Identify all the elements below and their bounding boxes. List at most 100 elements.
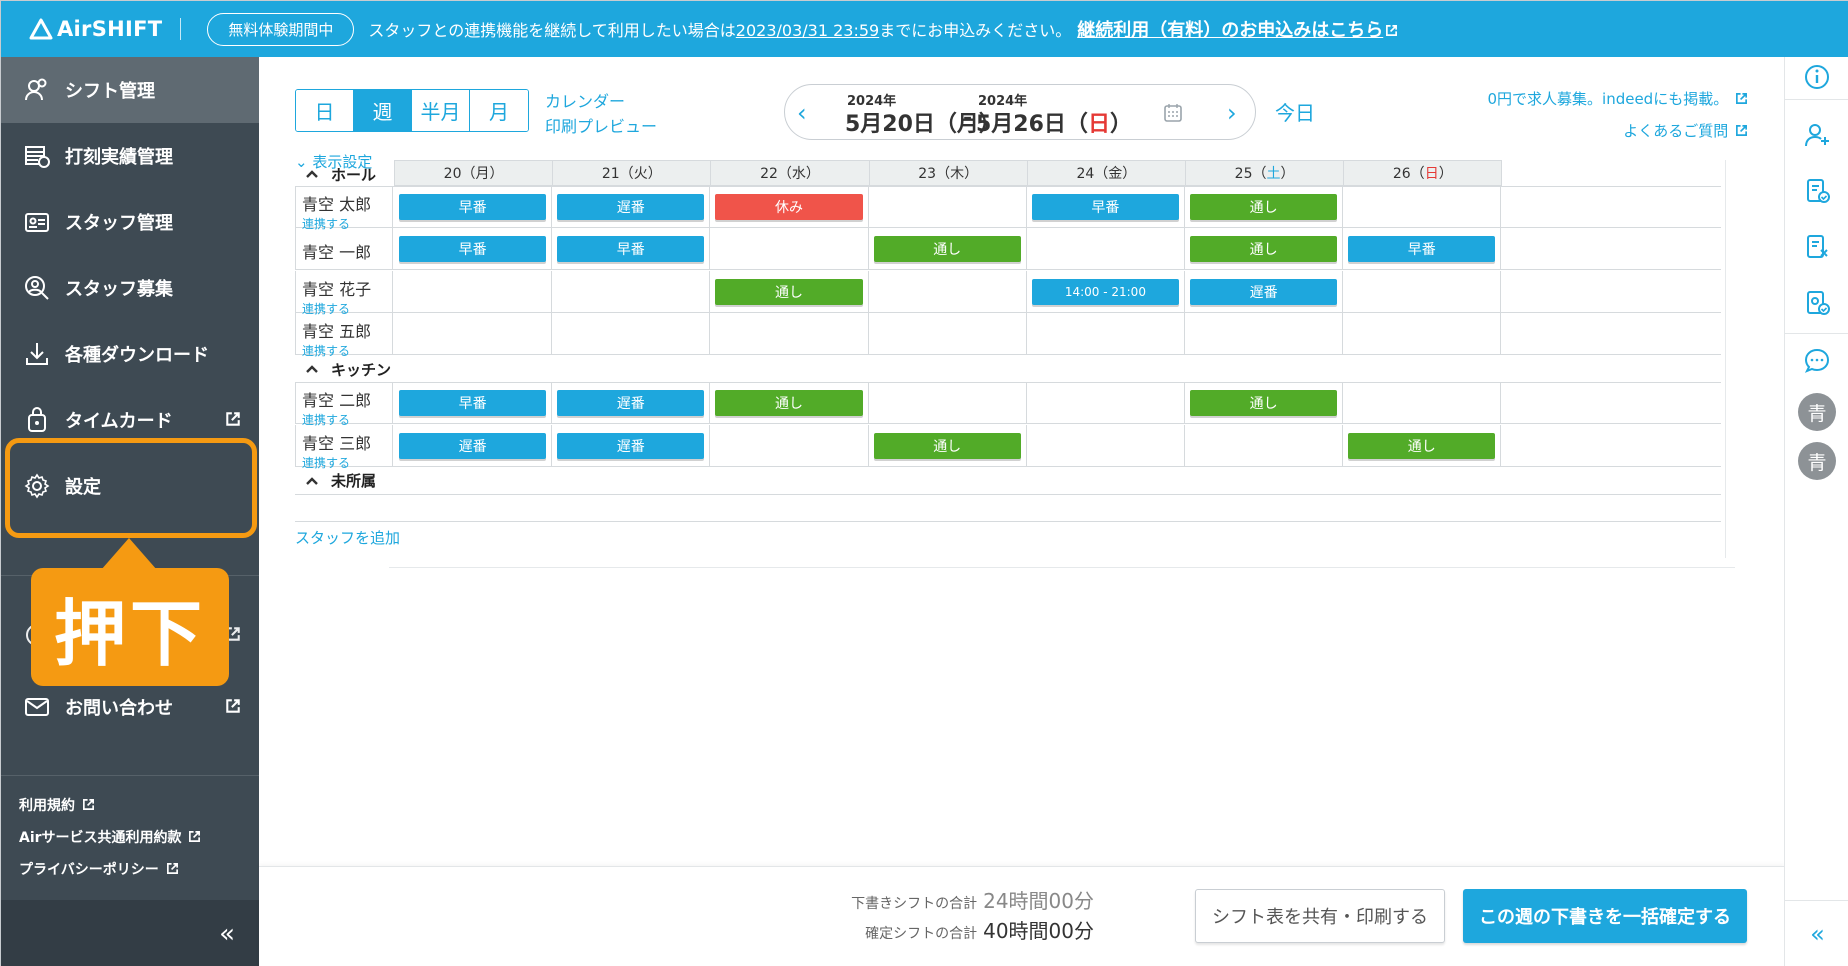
- shift-block[interactable]: 通し: [1190, 194, 1338, 220]
- shift-cell[interactable]: 休み: [710, 186, 869, 228]
- shift-cell[interactable]: [710, 312, 869, 355]
- shift-block[interactable]: 遅番: [557, 432, 705, 459]
- group-header[interactable]: 未所属: [295, 469, 376, 493]
- shift-block[interactable]: 遅番: [557, 194, 705, 220]
- prev-week-button[interactable]: ‹: [797, 99, 807, 127]
- staff-name[interactable]: 青空 三郎: [302, 430, 392, 454]
- shift-block[interactable]: 14:00 - 21:00: [1031, 278, 1179, 305]
- shift-cell[interactable]: 遅番: [552, 382, 711, 425]
- sidebar-item-staff-management[interactable]: スタッフ管理: [1, 189, 259, 255]
- shift-cell[interactable]: 遅番: [552, 186, 711, 228]
- shift-cell[interactable]: 通し: [869, 228, 1027, 271]
- share-print-button[interactable]: シフト表を共有・印刷する: [1195, 889, 1445, 943]
- calendar-link[interactable]: カレンダー: [545, 92, 625, 111]
- terms-link[interactable]: 利用規約: [19, 795, 95, 815]
- faq-link[interactable]: よくあるご質問: [1623, 122, 1748, 140]
- shift-cell[interactable]: 通し: [869, 424, 1027, 467]
- view-halfmonth-button[interactable]: 半月: [412, 90, 470, 131]
- doc-approve-icon[interactable]: [1803, 289, 1831, 317]
- doc-x-icon[interactable]: [1803, 233, 1831, 261]
- shift-cell[interactable]: [710, 424, 869, 467]
- staff-name[interactable]: 青空 五郎: [302, 318, 392, 342]
- shift-cell[interactable]: [869, 270, 1027, 313]
- shift-cell[interactable]: [869, 382, 1027, 425]
- shift-cell[interactable]: 早番: [394, 382, 553, 425]
- shift-cell[interactable]: 通し: [1185, 382, 1344, 425]
- shift-cell[interactable]: [552, 312, 711, 355]
- shift-block[interactable]: 早番: [399, 236, 547, 263]
- view-month-button[interactable]: 月: [470, 90, 528, 131]
- shift-block[interactable]: 早番: [399, 390, 547, 417]
- shift-cell[interactable]: 通し: [1185, 228, 1344, 271]
- staff-name[interactable]: 青空 二郎: [302, 387, 392, 411]
- shift-cell[interactable]: [1343, 382, 1502, 425]
- shift-cell[interactable]: [869, 312, 1027, 355]
- shift-cell[interactable]: [1027, 228, 1185, 271]
- shift-block[interactable]: 早番: [399, 194, 547, 220]
- sidebar-item-staff-recruit[interactable]: スタッフ募集: [1, 255, 259, 321]
- shift-cell[interactable]: [394, 312, 553, 355]
- sidebar-collapse-button[interactable]: «: [1, 900, 259, 966]
- shift-cell[interactable]: [1343, 312, 1502, 355]
- view-day-button[interactable]: 日: [296, 90, 354, 131]
- staff-name[interactable]: 青空 一郎: [302, 239, 392, 263]
- shift-cell[interactable]: [1027, 382, 1185, 425]
- add-staff-link[interactable]: スタッフを追加: [295, 527, 400, 548]
- shift-cell[interactable]: [1343, 186, 1502, 228]
- shift-block[interactable]: 早番: [1031, 194, 1179, 220]
- air-service-terms-link[interactable]: Airサービス共通利用約款: [19, 827, 201, 847]
- view-week-button[interactable]: 週: [354, 90, 412, 131]
- shift-cell[interactable]: 14:00 - 21:00: [1027, 270, 1185, 313]
- shift-cell[interactable]: [710, 228, 869, 271]
- shift-block[interactable]: 通し: [715, 278, 863, 305]
- shift-cell[interactable]: 早番: [1027, 186, 1185, 228]
- sidebar-item-shift-management[interactable]: シフト管理: [1, 57, 259, 123]
- shift-block[interactable]: 通し: [873, 432, 1021, 459]
- shift-block[interactable]: 早番: [557, 236, 705, 263]
- shift-cell[interactable]: 早番: [394, 186, 553, 228]
- group-header[interactable]: ホール: [295, 162, 376, 186]
- shift-block[interactable]: 遅番: [399, 432, 547, 459]
- sidebar-item-downloads[interactable]: 各種ダウンロード: [1, 321, 259, 387]
- doc-check-icon[interactable]: [1803, 177, 1831, 205]
- print-preview-link[interactable]: 印刷プレビュー: [545, 117, 657, 136]
- shift-cell[interactable]: [1185, 312, 1344, 355]
- shift-cell[interactable]: 早番: [1343, 228, 1502, 271]
- shift-cell[interactable]: [1185, 424, 1344, 467]
- shift-block[interactable]: 遅番: [557, 390, 705, 417]
- shift-cell[interactable]: 遅番: [394, 424, 553, 467]
- shift-block[interactable]: 通し: [1348, 432, 1496, 459]
- shift-block[interactable]: 遅番: [1190, 278, 1338, 305]
- indeed-recruit-link[interactable]: 0円で求人募集。indeedにも掲載。: [1487, 90, 1748, 108]
- shift-cell[interactable]: [552, 270, 711, 313]
- avatar[interactable]: 青: [1798, 442, 1836, 480]
- shift-cell[interactable]: 通し: [710, 270, 869, 313]
- staff-name[interactable]: 青空 花子: [302, 276, 392, 300]
- shift-block[interactable]: 通し: [1190, 236, 1338, 263]
- shift-block[interactable]: 通し: [1190, 390, 1338, 417]
- shift-block[interactable]: 休み: [715, 194, 863, 220]
- shift-cell[interactable]: 通し: [1343, 424, 1502, 467]
- next-week-button[interactable]: ›: [1227, 99, 1237, 127]
- shift-block[interactable]: 通し: [715, 390, 863, 417]
- calendar-icon[interactable]: [1163, 103, 1183, 123]
- shift-cell[interactable]: [869, 186, 1027, 228]
- shift-cell[interactable]: 通し: [1185, 186, 1344, 228]
- group-header[interactable]: キッチン: [295, 357, 391, 381]
- shift-cell[interactable]: [1343, 270, 1502, 313]
- shift-block[interactable]: 通し: [873, 236, 1021, 263]
- privacy-policy-link[interactable]: プライバシーポリシー: [19, 859, 179, 879]
- today-button[interactable]: 今日: [1275, 97, 1315, 126]
- confirm-all-drafts-button[interactable]: この週の下書きを一括確定する: [1463, 889, 1747, 943]
- shift-cell[interactable]: 遅番: [552, 424, 711, 467]
- staff-name[interactable]: 青空 太郎: [302, 191, 392, 215]
- avatar[interactable]: 青: [1798, 393, 1836, 431]
- add-user-icon[interactable]: [1803, 121, 1831, 149]
- continue-subscription-link[interactable]: 継続利用（有料）のお申込みはこちら: [1077, 20, 1398, 41]
- shift-cell[interactable]: [394, 270, 553, 313]
- shift-cell[interactable]: [1027, 312, 1185, 355]
- shift-block[interactable]: 早番: [1348, 236, 1496, 263]
- shift-cell[interactable]: 通し: [710, 382, 869, 425]
- chat-icon[interactable]: [1803, 347, 1831, 375]
- shift-cell[interactable]: 遅番: [1185, 270, 1344, 313]
